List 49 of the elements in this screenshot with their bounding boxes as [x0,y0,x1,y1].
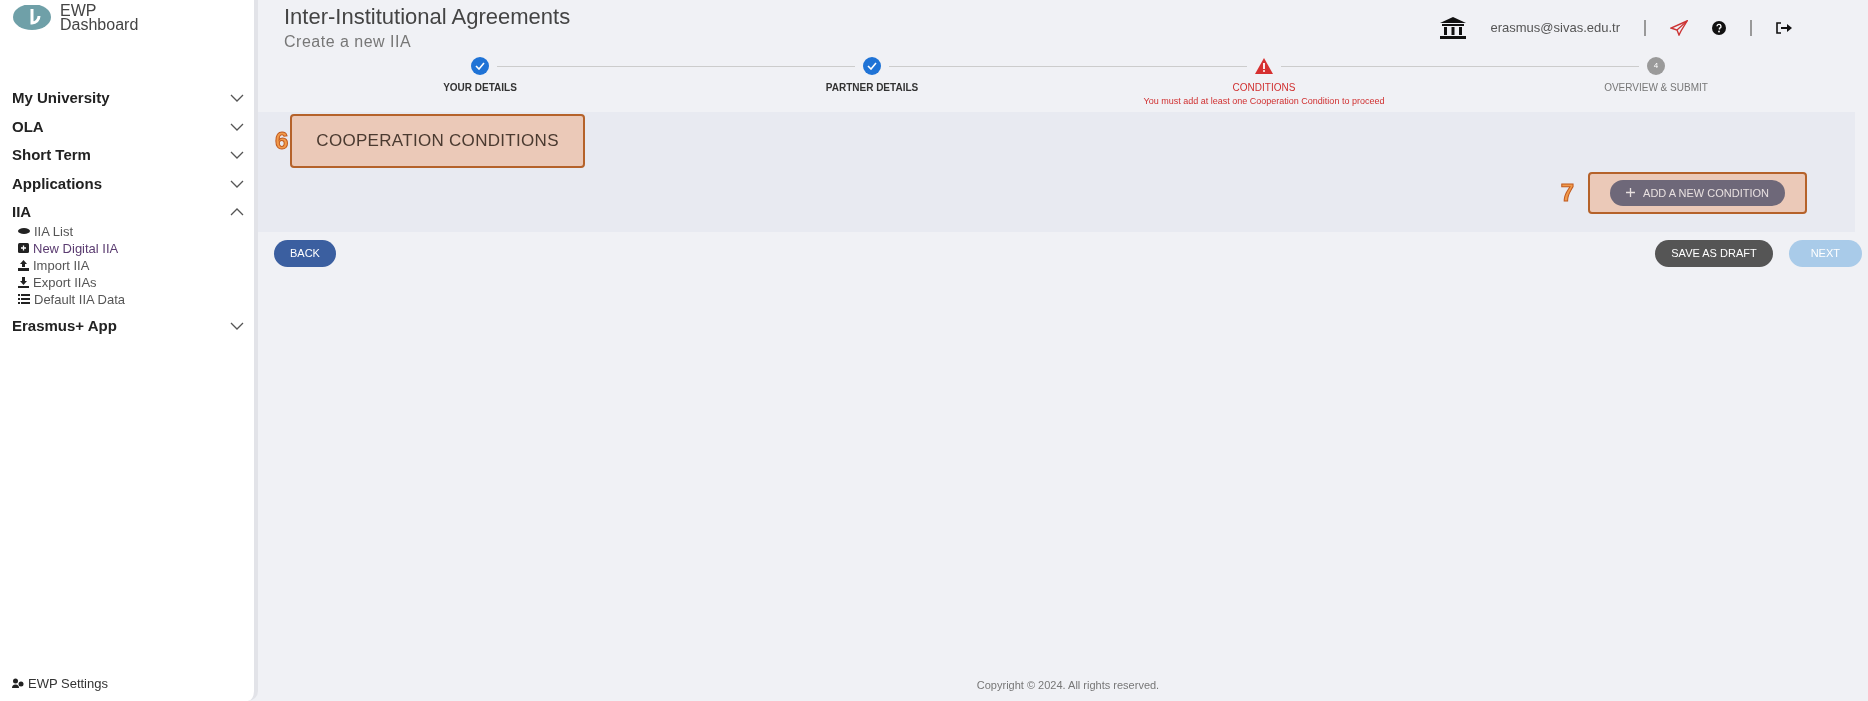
step-number: 4 [1647,57,1665,75]
warning-icon [1255,58,1273,74]
copyright-text: Copyright © 2024. All rights reserved. [975,677,1161,693]
chevron-down-icon[interactable] [230,321,244,330]
submenu-item[interactable]: IIA List [34,222,74,240]
institution-icon [1440,17,1467,39]
logo-text: EWP [60,4,97,18]
section-heading: COOPERATION CONDITIONS [290,114,585,168]
help-icon[interactable] [1712,21,1726,35]
logout-icon[interactable] [1776,22,1792,34]
back-button[interactable]: BACK [274,240,336,267]
user-email: erasmus@sivas.edu.tr [1490,19,1620,38]
plus-icon [1626,188,1636,198]
chevron-down-icon[interactable] [230,122,244,131]
menu-item[interactable]: OLA [12,115,44,138]
step-number-marker: 7 [1560,177,1575,208]
menu-item[interactable]: My University [12,87,110,110]
step-number-marker: 6 [275,125,289,156]
menu-item[interactable]: Short Term [12,144,91,167]
step-label: OVERVIEW & SUBMIT [1604,81,1708,95]
save-draft-button[interactable]: SAVE AS DRAFT [1655,240,1773,267]
settings-link[interactable]: EWP Settings [28,673,108,693]
error-message: You must add at least one Cooperation Condition to proceed [1143,95,1385,108]
step-label: CONDITIONS [1232,81,1296,95]
step-label: YOUR DETAILS [443,81,517,95]
page-title: Inter-Institutional Agreements [284,4,571,30]
submenu-item[interactable]: Default IIA Data [34,290,126,308]
step-label: PARTNER DETAILS [825,81,919,95]
plus-square-icon [18,243,29,253]
logo-text: Dashboard [60,18,139,32]
upload-icon [18,259,29,271]
check-icon [471,57,489,75]
chevron-up-icon[interactable] [230,208,244,217]
menu-item[interactable]: IIA [12,201,32,224]
users-gear-icon [12,678,24,689]
chevron-down-icon[interactable] [230,179,244,188]
menu-item[interactable]: Applications [12,172,102,195]
paper-plane-icon[interactable] [1670,20,1688,36]
submenu-item[interactable]: Export IIAs [33,273,97,291]
chevron-down-icon[interactable] [230,151,244,160]
add-condition-button[interactable]: ADD A NEW CONDITION [1610,179,1785,206]
menu-item[interactable]: Erasmus+ App [12,314,117,337]
download-icon [18,276,29,288]
submenu-item[interactable]: Import IIA [33,256,90,274]
submenu-item[interactable]: New Digital IIA [33,239,119,257]
check-icon [863,57,881,75]
list-icon [18,294,30,304]
chevron-down-icon[interactable] [230,94,244,103]
page-subtitle: Create a new IIA [284,32,413,52]
